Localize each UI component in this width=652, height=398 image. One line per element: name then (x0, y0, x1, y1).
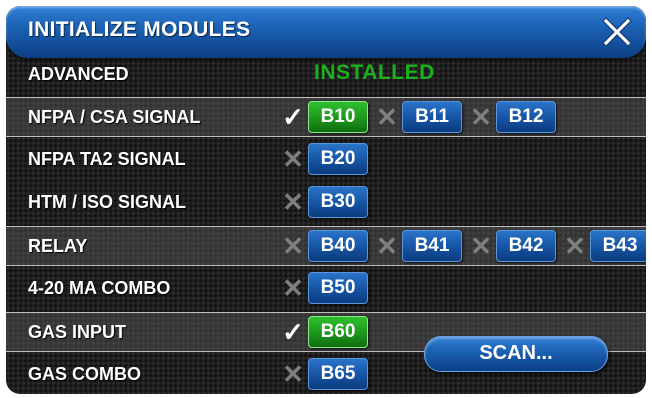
initialize-modules-dialog: INITIALIZE MODULES ADVANCED INSTALLED NF… (6, 6, 646, 394)
cross-icon: ✕ (470, 231, 492, 261)
module-row: RELAY ✕ B40 ✕ B41 ✕ B42 ✕ B43 (6, 226, 646, 266)
checkmark-icon: ✓ (282, 102, 304, 132)
module-button-b11[interactable]: B11 (402, 101, 462, 133)
module-button-b41[interactable]: B41 (402, 230, 462, 262)
module-button-b30[interactable]: B30 (308, 186, 368, 218)
module-button-b50[interactable]: B50 (308, 272, 368, 304)
module-button-b20[interactable]: B20 (308, 143, 368, 175)
module-button-b42[interactable]: B42 (496, 230, 556, 262)
cross-icon: ✕ (564, 231, 586, 261)
close-x-icon[interactable] (600, 14, 634, 48)
module-row: NFPA / CSA SIGNAL ✓ B10 ✕ B11 ✕ B12 (6, 97, 646, 137)
row-label: GAS COMBO (28, 364, 142, 384)
cross-icon: ✕ (282, 144, 304, 174)
row-label: NFPA / CSA SIGNAL (28, 107, 201, 127)
cross-icon: ✕ (376, 102, 398, 132)
installed-status: INSTALLED (314, 61, 435, 84)
module-button-b60[interactable]: B60 (308, 316, 368, 348)
row-label: RELAY (28, 236, 88, 256)
cross-icon: ✕ (282, 273, 304, 303)
module-button-b10[interactable]: B10 (308, 101, 368, 133)
module-row: 4-20 MA COMBO ✕ B50 (6, 269, 646, 307)
module-button-b43[interactable]: B43 (590, 230, 646, 262)
module-button-b40[interactable]: B40 (308, 230, 368, 262)
module-row: NFPA TA2 SIGNAL ✕ B20 (6, 140, 646, 178)
scan-button[interactable]: SCAN... (424, 336, 608, 372)
row-label: NFPA TA2 SIGNAL (28, 149, 186, 169)
row-label: HTM / ISO SIGNAL (28, 192, 187, 212)
row-label: GAS INPUT (28, 322, 127, 342)
row-label: 4-20 MA COMBO (28, 278, 171, 298)
cross-icon: ✕ (376, 231, 398, 261)
dialog-title: INITIALIZE MODULES (28, 18, 251, 41)
module-button-b65[interactable]: B65 (308, 358, 368, 390)
cross-icon: ✕ (282, 231, 304, 261)
cross-icon: ✕ (282, 359, 304, 389)
checkmark-icon: ✓ (282, 317, 304, 347)
module-button-b12[interactable]: B12 (496, 101, 556, 133)
cross-icon: ✕ (470, 102, 492, 132)
module-row: HTM / ISO SIGNAL ✕ B30 (6, 183, 646, 221)
cross-icon: ✕ (282, 187, 304, 217)
advanced-label: ADVANCED (28, 64, 129, 84)
title-bar: INITIALIZE MODULES (6, 6, 646, 58)
